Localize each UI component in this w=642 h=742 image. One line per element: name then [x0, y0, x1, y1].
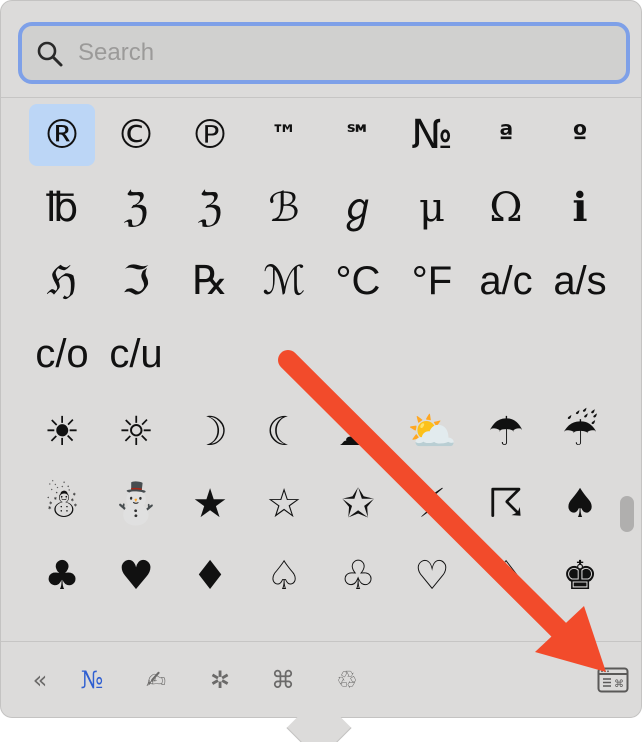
pictograph-cell[interactable]: ♢	[473, 545, 539, 607]
symbol-cell[interactable]: ®	[29, 104, 95, 166]
symbol-cell[interactable]: μ	[399, 177, 465, 239]
pictograph-cell[interactable]: ☔	[547, 401, 613, 463]
pictograph-cell[interactable]: ♧	[325, 545, 391, 607]
pictograph-cell[interactable]: ♡	[399, 545, 465, 607]
recycle-icon: ♲	[336, 666, 358, 694]
symbol-cell[interactable]: Ω	[473, 177, 539, 239]
symbol-cell[interactable]: ℑ	[103, 250, 169, 312]
symbol-cell[interactable]: c/u	[103, 323, 169, 385]
pictograph-cell[interactable]: ☆	[251, 473, 317, 535]
pictograph-cell[interactable]: ⛄	[103, 473, 169, 535]
symbol-cell[interactable]: °C	[325, 250, 391, 312]
tab-pictographs[interactable]: ✍	[133, 660, 179, 700]
pictograph-cell[interactable]: ♦	[177, 545, 243, 607]
symbol-cell[interactable]: ℬ	[251, 177, 317, 239]
double-chevron-left-icon: «	[32, 666, 48, 694]
symbol-cell[interactable]: №	[399, 104, 465, 166]
pictograph-cell[interactable]: ♚	[547, 545, 613, 607]
pictograph-cell[interactable]: ★	[177, 473, 243, 535]
tab-technical-symbols[interactable]: ⌘	[260, 660, 306, 700]
pictograph-cell[interactable]: ⚡	[399, 473, 465, 535]
symbol-cell[interactable]: ℨ	[177, 177, 243, 239]
pictograph-cell[interactable]: ♥	[103, 545, 169, 607]
pictograph-cell[interactable]: ☈	[473, 473, 539, 535]
pictograph-cell[interactable]: ☾	[251, 401, 317, 463]
tab-letterlike-symbols[interactable]: №	[69, 660, 115, 700]
pictograph-cell[interactable]: ☽	[177, 401, 243, 463]
pictograph-cell[interactable]: ♠	[547, 473, 613, 535]
tab-recycling-symbols[interactable]: ♲	[324, 660, 370, 700]
pictograph-cell[interactable]: ☃	[29, 473, 95, 535]
search-input[interactable]	[78, 34, 598, 72]
symbol-cell[interactable]: ™	[251, 104, 317, 166]
svg-text:⌘: ⌘	[614, 679, 624, 690]
symbol-grid: ® © ℗ ™ ℠ № ª º ℔ ℨ ℨ ℬℊ μ Ωℹ ℌ ℑ ℞ ℳ °C °F a/c a/s c/o c/u ☀ ☼ ☽ ☾…	[1, 98, 641, 641]
asterisk-icon: ✲	[209, 666, 231, 694]
symbol-cell[interactable]: °F	[399, 250, 465, 312]
search-icon	[37, 41, 63, 67]
keyboard-window-icon: ⌘	[597, 667, 629, 693]
symbol-cell[interactable]: c/o	[29, 323, 95, 385]
collapse-button[interactable]: «	[17, 660, 63, 700]
symbol-cell[interactable]: ℗	[177, 104, 243, 166]
numero-sign-icon: №	[80, 666, 104, 694]
symbol-cell[interactable]: ª	[473, 104, 539, 166]
pictograph-cell[interactable]: ⛅	[399, 401, 465, 463]
symbol-cell[interactable]: º	[547, 104, 613, 166]
pictograph-cell[interactable]: ♤	[251, 545, 317, 607]
symbol-cell[interactable]: ℨ	[103, 177, 169, 239]
symbol-cell[interactable]: ℊ	[325, 177, 391, 239]
tab-bullets-stars[interactable]: ✲	[197, 660, 243, 700]
symbol-cell[interactable]: ℌ	[29, 250, 95, 312]
pictograph-cell[interactable]: ☀	[29, 401, 95, 463]
symbol-cell[interactable]: ©	[103, 104, 169, 166]
open-character-viewer-button[interactable]: ⌘	[590, 660, 636, 700]
symbol-cell[interactable]: ℞	[177, 250, 243, 312]
symbol-cell[interactable]: a/c	[473, 250, 539, 312]
scrollbar-thumb[interactable]	[620, 496, 634, 532]
symbol-cell[interactable]: ℔	[29, 177, 95, 239]
symbol-cell[interactable]: ℳ	[251, 250, 317, 312]
emoji-symbols-popover: ®©℗™℠№ªº℔ℨℨℬℊμΩℹℌℑ℞ℳ°C°Fa/ca/sc/oc/u☀☼☽☾…	[0, 0, 642, 718]
pictograph-cell[interactable]: ☂	[473, 401, 539, 463]
pictograph-cell[interactable]: ♣	[29, 545, 95, 607]
pictograph-cell[interactable]: ☼	[103, 401, 169, 463]
pictograph-cell[interactable]: ☁	[325, 401, 391, 463]
symbol-cell[interactable]: ℠	[325, 104, 391, 166]
symbol-cell[interactable]: ℹ	[547, 177, 613, 239]
pictograph-cell[interactable]: ✩	[325, 473, 391, 535]
symbol-cell[interactable]: a/s	[547, 250, 613, 312]
writing-hand-icon: ✍	[145, 666, 167, 694]
command-key-icon: ⌘	[271, 666, 295, 694]
search-field[interactable]	[18, 22, 630, 84]
